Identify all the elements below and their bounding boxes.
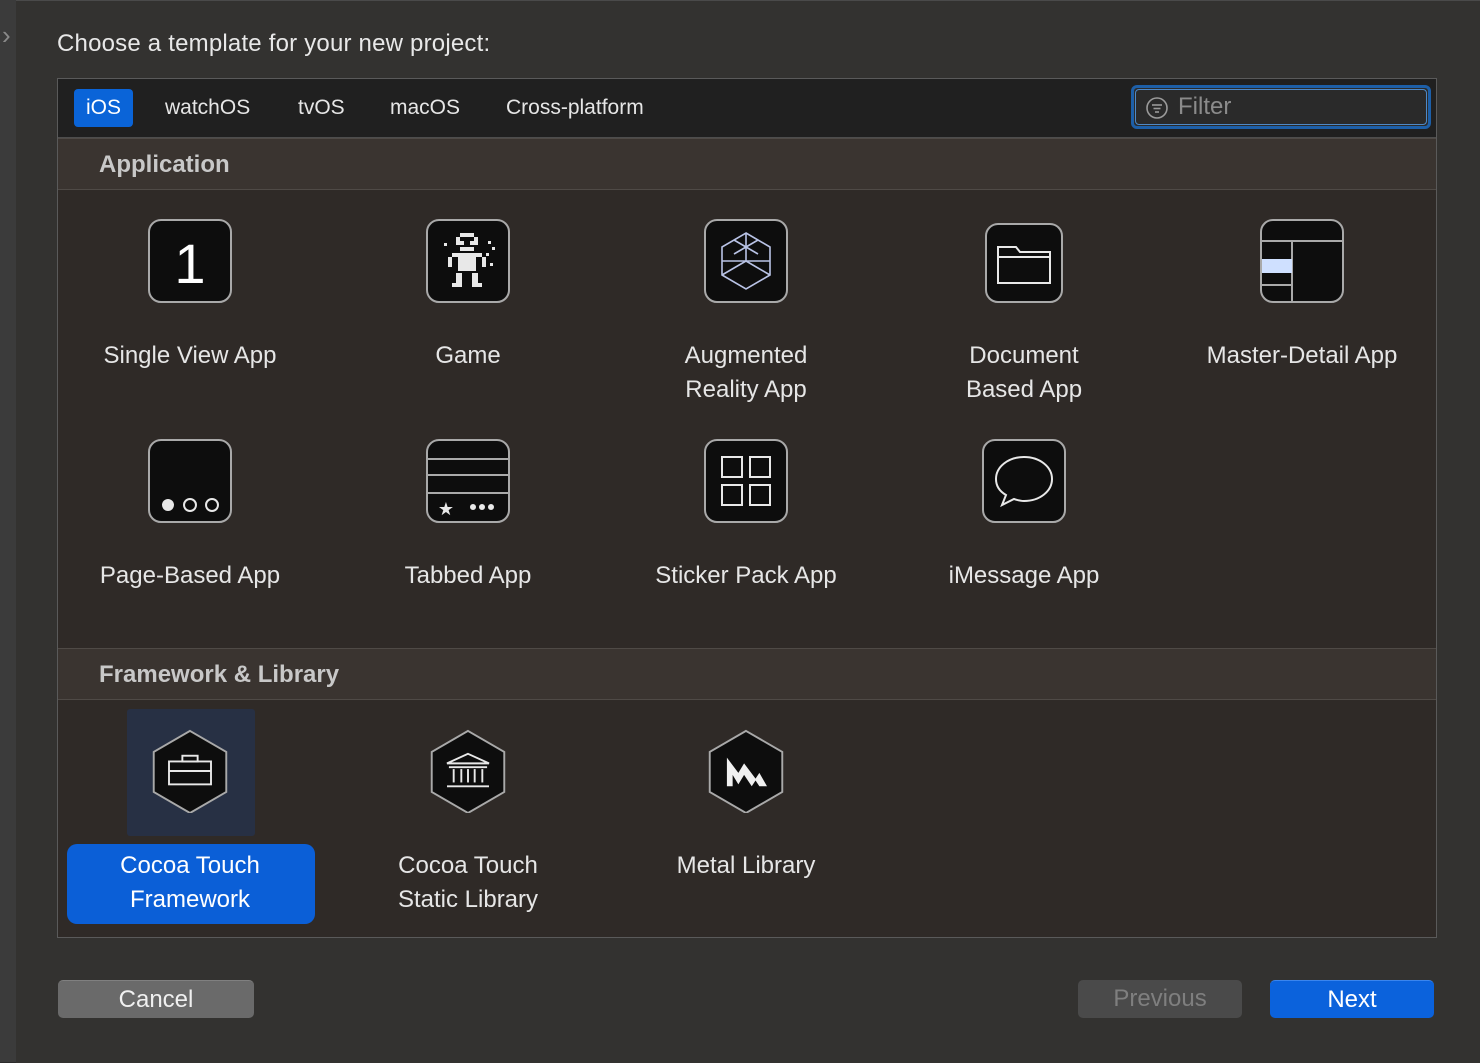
template-label: Master-Detail App [1206,342,1398,369]
single-view-icon: 1 [148,219,232,303]
template-master-detail-app[interactable]: Master-Detail App [1172,219,1432,419]
cancel-button[interactable]: Cancel [58,980,254,1018]
template-cocoa-touch-framework[interactable]: Cocoa Touch Framework [60,729,320,929]
background-window-edge: › [0,0,17,1062]
template-imessage-app[interactable]: iMessage App [894,439,1154,619]
tab-cross-platform[interactable]: Cross-platform [494,89,656,127]
template-sticker-pack-app[interactable]: Sticker Pack App [616,439,876,619]
filter-field[interactable] [1131,85,1431,129]
dialog-heading: Choose a template for your new project: [57,30,491,57]
tab-macos[interactable]: macOS [378,89,472,127]
template-label: iMessage App [948,562,1100,589]
tab-ios[interactable]: iOS [74,89,134,127]
section-header-application: Application [58,138,1436,190]
section-header-framework-library: Framework & Library [58,648,1436,700]
template-label: Augmented Reality App [684,342,808,403]
section-title: Application [99,151,230,178]
filter-input[interactable] [1176,92,1420,122]
folder-icon [985,223,1063,303]
template-label: Tabbed App [404,562,532,589]
template-label: Page-Based App [99,562,281,589]
template-label: Single View App [103,342,277,369]
template-page-based-app[interactable]: Page-Based App [60,439,320,619]
grid-icon [704,439,788,523]
filter-icon [1146,97,1168,119]
chevron-right-icon: › [2,20,11,50]
template-document-based-app[interactable]: Document Based App [894,219,1154,419]
tab-tvos[interactable]: tvOS [286,89,357,127]
template-panel: iOS watchOS tvOS macOS Cross-platform Ap… [57,78,1437,938]
template-label: Document Based App [965,342,1083,403]
tab-bar-icon: ★ [426,439,510,523]
template-cocoa-touch-static-library[interactable]: Cocoa Touch Static Library [338,729,598,929]
template-single-view-app[interactable]: 1 Single View App [60,219,320,419]
section-title: Framework & Library [99,661,340,688]
game-sprite-icon [426,219,510,303]
template-metal-library[interactable]: Metal Library [616,729,876,929]
template-tabbed-app[interactable]: ★ Tabbed App [338,439,598,619]
template-label: Metal Library [676,852,816,879]
page-dots-icon [148,439,232,523]
toolbox-icon [152,729,228,813]
ar-cube-icon [704,219,788,303]
template-game[interactable]: Game [338,219,598,419]
svg-text:★: ★ [438,499,454,520]
tab-watchos[interactable]: watchOS [153,89,262,127]
svg-text:1: 1 [174,232,205,295]
template-label: Game [435,342,501,369]
platform-tab-bar: iOS watchOS tvOS macOS Cross-platform [58,79,1436,138]
template-label: Sticker Pack App [655,562,837,589]
next-button[interactable]: Next [1270,980,1434,1018]
template-label: Cocoa Touch Framework [120,852,260,913]
template-augmented-reality-app[interactable]: Augmented Reality App [616,219,876,419]
previous-button[interactable]: Previous [1078,980,1242,1018]
split-view-icon [1260,219,1344,303]
speech-bubble-icon [982,439,1066,523]
library-building-icon [430,729,506,813]
metal-logo-icon [708,729,784,813]
template-label: Cocoa Touch Static Library [397,852,539,913]
